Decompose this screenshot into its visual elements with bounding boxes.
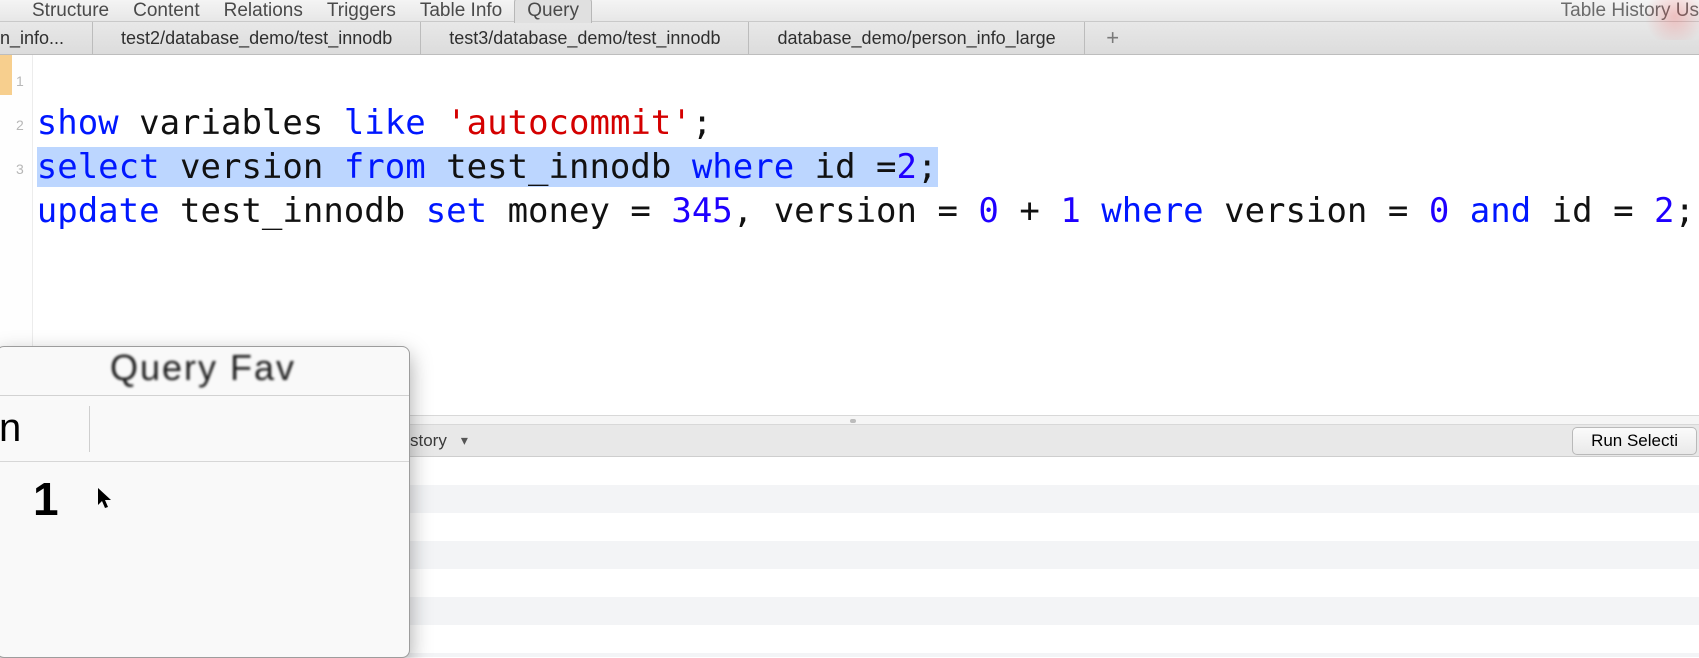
- sql-line-2-selected[interactable]: select version from test_innodb where id…: [37, 147, 938, 187]
- tab-3[interactable]: database_demo/person_info_large: [749, 22, 1084, 54]
- tab-add[interactable]: +: [1085, 22, 1141, 54]
- line-number: 2: [0, 103, 32, 147]
- tab-1[interactable]: test2/database_demo/test_innodb: [93, 22, 421, 54]
- toolbar-item-tableinfo[interactable]: Table Info: [408, 0, 514, 23]
- toolbar-item-structure[interactable]: Structure: [20, 0, 121, 23]
- popup-title: Query Fav: [0, 347, 409, 395]
- toolbar-item-triggers[interactable]: Triggers: [315, 0, 408, 23]
- sql-line-1[interactable]: show variables like 'autocommit';: [37, 103, 713, 143]
- history-dropdown[interactable]: story ▾: [410, 431, 468, 451]
- tab-2[interactable]: test3/database_demo/test_innodb: [421, 22, 749, 54]
- toolbar-item-query[interactable]: Query: [514, 0, 592, 23]
- connection-tabs: n_info... test2/database_demo/test_innod…: [0, 22, 1699, 55]
- toolbar-item-content[interactable]: Content: [121, 0, 212, 23]
- popup-header-row: n: [0, 396, 409, 462]
- run-selection-button[interactable]: Run Selecti: [1572, 427, 1697, 455]
- chevron-down-icon: ▾: [461, 432, 468, 449]
- popup-column-divider: [89, 406, 90, 452]
- gutter-highlight: [0, 55, 12, 95]
- popup-column-header[interactable]: n: [0, 406, 89, 451]
- tab-0[interactable]: n_info...: [0, 22, 93, 54]
- popup-data-row[interactable]: 1: [0, 462, 409, 536]
- toolbar-item-relations[interactable]: Relations: [212, 0, 315, 23]
- history-dropdown-label: story: [410, 431, 447, 451]
- line-number: 3: [0, 147, 32, 191]
- view-toolbar: Structure Content Relations Triggers Tab…: [0, 0, 1699, 22]
- sql-line-3[interactable]: update test_innodb set money = 345, vers…: [37, 191, 1695, 231]
- popup-cell-value: 1: [33, 472, 59, 526]
- toolbar-right-links[interactable]: Table History Us: [1561, 0, 1699, 22]
- query-favorites-popup[interactable]: Query Fav n 1: [0, 346, 410, 658]
